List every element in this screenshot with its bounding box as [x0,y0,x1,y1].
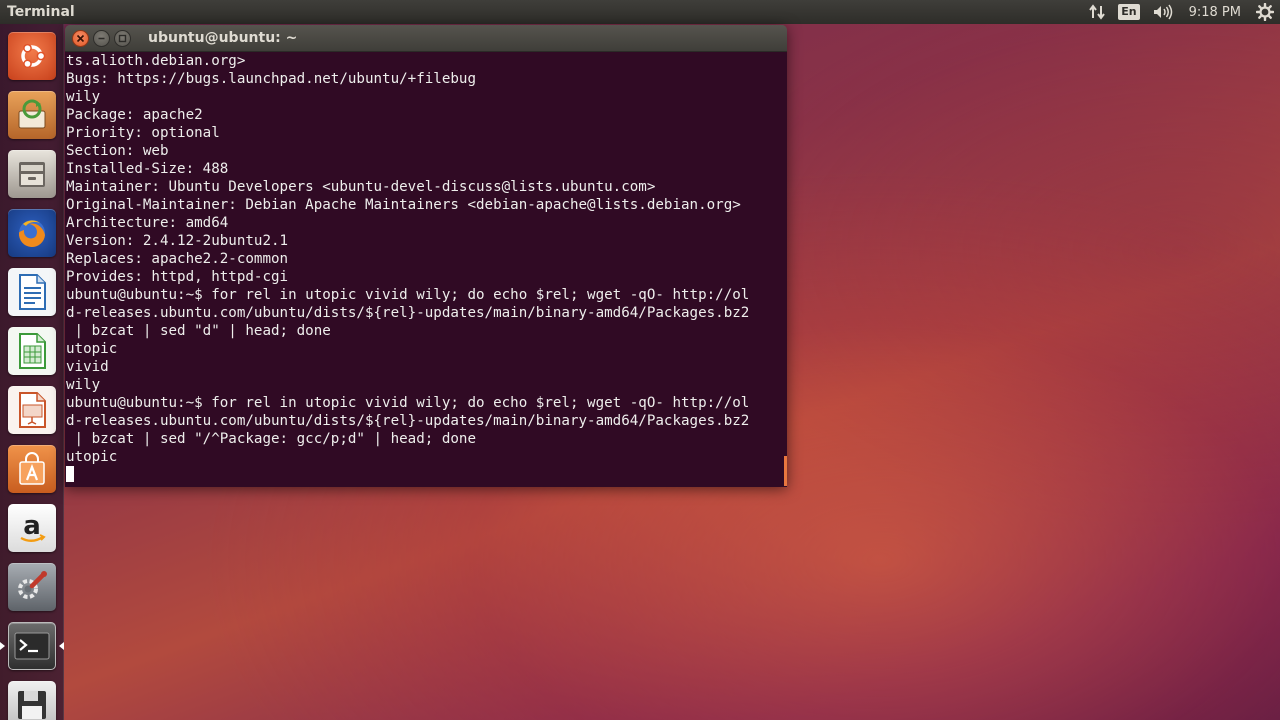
software-updater-icon [8,91,56,139]
terminal-line: ts.alioth.debian.org> [66,53,246,69]
writer-document-icon [8,268,56,316]
terminal-line: Architecture: amd64 [66,215,229,231]
launcher-item-amazon[interactable]: a [6,502,58,554]
maximize-icon [118,34,127,42]
terminal-line: utopic [66,449,118,465]
focused-indicator [59,642,64,650]
terminal-line: Replaces: apache2.2-common [66,251,289,267]
launcher-item-terminal[interactable] [0,620,64,672]
terminal-line: wily [66,89,101,105]
terminal-line: d-releases.ubuntu.com/ubuntu/dists/${rel… [66,305,750,321]
terminal-line: d-releases.ubuntu.com/ubuntu/dists/${rel… [66,413,750,429]
settings-gear-icon[interactable] [1250,0,1280,24]
wrench-gear-icon [8,563,56,611]
launcher: a [0,24,64,720]
launcher-item-files[interactable] [6,148,58,200]
terminal-prompt-icon [8,622,56,670]
amazon-logo-icon: a [8,504,56,552]
terminal-line: Package: apache2 [66,107,203,123]
terminal-window[interactable]: ubuntu@ubuntu: ~ ts.alioth.debian.org> B… [65,25,787,487]
launcher-item-libreoffice-calc[interactable] [6,325,58,377]
terminal-line: wily [66,377,101,393]
terminal-line: Maintainer: Ubuntu Developers <ubuntu-de… [66,179,656,195]
impress-presentation-icon [8,386,56,434]
indicator-area: En 9:18 PM [1082,0,1280,24]
file-cabinet-icon [8,150,56,198]
terminal-line: Section: web [66,143,169,159]
active-app-title: Terminal [7,4,75,20]
scrollbar-indicator[interactable] [784,456,787,486]
keyboard-layout-badge: En [1118,4,1140,20]
shopping-bag-icon [8,445,56,493]
terminal-line: vivid [66,359,109,375]
floppy-disk-icon [8,681,56,720]
terminal-line: Bugs: https://bugs.launchpad.net/ubuntu/… [66,71,476,87]
terminal-line: Version: 2.4.12-2ubuntu2.1 [66,233,289,249]
terminal-line: Installed-Size: 488 [66,161,229,177]
window-title: ubuntu@ubuntu: ~ [148,30,298,46]
top-panel: Terminal En 9:18 PM [0,0,1280,24]
svg-text:a: a [23,511,41,541]
clock[interactable]: 9:18 PM [1180,0,1250,24]
launcher-item-software-center[interactable] [6,443,58,495]
terminal-line: ubuntu@ubuntu:~$ for rel in utopic vivid… [66,287,750,303]
launcher-item-firefox[interactable] [6,207,58,259]
close-button[interactable] [72,29,89,47]
running-indicator [0,642,5,650]
terminal-line: | bzcat | sed "d" | head; done [66,323,331,339]
minimize-button[interactable] [93,29,110,47]
terminal-line: Original-Maintainer: Debian Apache Maint… [66,197,741,213]
ubuntu-logo-icon [8,32,56,80]
calc-spreadsheet-icon [8,327,56,375]
terminal-output[interactable]: ts.alioth.debian.org> Bugs: https://bugs… [65,52,787,487]
keyboard-layout-indicator[interactable]: En [1112,0,1145,24]
minimize-icon [98,37,105,39]
terminal-line: | bzcat | sed "/^Package: gcc/p;d" | hea… [66,431,476,447]
launcher-item-software-updater[interactable] [6,89,58,141]
launcher-item-ubuntu-dash[interactable] [6,30,58,82]
text-cursor [66,466,74,482]
launcher-item-libreoffice-writer[interactable] [6,266,58,318]
network-arrows-icon[interactable] [1082,0,1112,24]
launcher-item-system-settings[interactable] [6,561,58,613]
maximize-button[interactable] [114,29,131,47]
volume-icon[interactable] [1146,0,1180,24]
terminal-cursor-line[interactable] [66,466,787,484]
launcher-item-save-device[interactable] [6,679,58,720]
terminal-line: Provides: httpd, httpd-cgi [66,269,289,285]
terminal-line: ubuntu@ubuntu:~$ for rel in utopic vivid… [66,395,750,411]
terminal-line: Priority: optional [66,125,220,141]
close-icon [76,34,85,42]
firefox-icon [8,209,56,257]
terminal-line: utopic [66,341,118,357]
window-titlebar[interactable]: ubuntu@ubuntu: ~ [65,25,787,52]
launcher-item-libreoffice-impress[interactable] [6,384,58,436]
